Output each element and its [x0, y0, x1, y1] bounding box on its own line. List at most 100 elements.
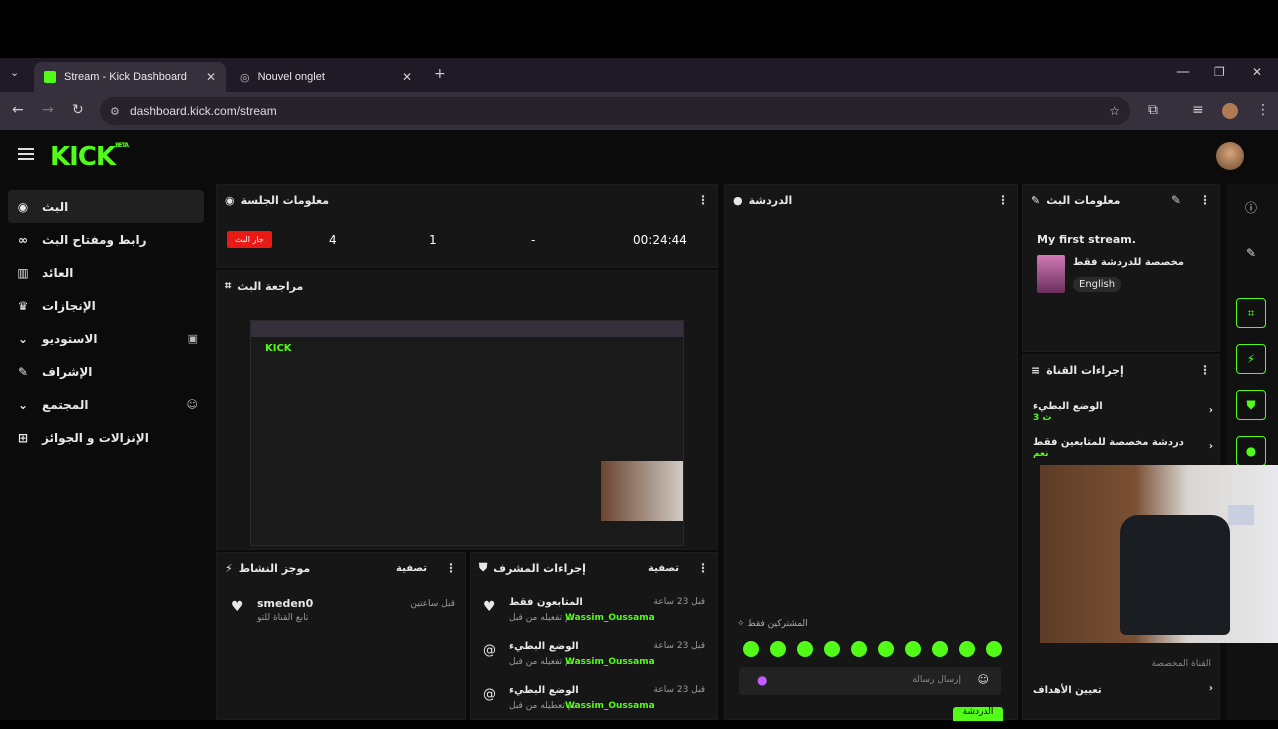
action-value: 3 ث: [1033, 413, 1052, 423]
panel-title: الدردشة: [748, 193, 793, 207]
tab-search-icon[interactable]: ⌄: [10, 66, 19, 79]
info-icon[interactable]: ⓘ: [1236, 192, 1266, 222]
session-info-panel: ◉ معلومات الجلسة ⋮ جار البث 4 1 - 00:24:44: [216, 184, 718, 268]
bookmark-star-icon[interactable]: ☆: [1109, 104, 1120, 118]
stream-info-panel: ✎ معلومات البث ✎ ⋮ My first stream. مخصصة ل…: [1022, 184, 1220, 352]
more-options-icon[interactable]: ⋮: [997, 193, 1009, 207]
emote-icon[interactable]: [932, 641, 948, 657]
preview-toggle-icon[interactable]: ⌗: [1236, 298, 1266, 328]
broadcast-icon: ◉: [17, 199, 29, 214]
close-window-button[interactable]: ✕: [1252, 65, 1262, 79]
followers-only-row[interactable]: دردشة مخصصة للمتابعين فقط نعم ›: [1033, 437, 1213, 459]
browser-toolbar: ← → ↻ ⚙ dashboard.kick.com/stream ☆ ⧉ ≡ …: [0, 92, 1278, 130]
panel-title: إجراءات القناة: [1046, 363, 1124, 377]
language-tag: English: [1073, 277, 1122, 292]
emoji-icon[interactable]: ☺: [978, 673, 989, 686]
more-options-icon[interactable]: ⋮: [697, 561, 709, 575]
chat-send-button[interactable]: الدردشة: [953, 707, 1003, 721]
emote-icon[interactable]: [797, 641, 813, 657]
chat-toggle-icon[interactable]: ●: [1236, 436, 1266, 466]
chat-bubble-icon: ●: [733, 193, 743, 207]
shield-icon: ⛊: [479, 561, 488, 574]
sidebar-item-drops[interactable]: ⊞ الإنزالات و الجوائز: [8, 421, 204, 454]
reload-icon[interactable]: ↻: [72, 102, 84, 118]
wrench-icon: ✎: [17, 364, 29, 379]
wall-poster-image: [1228, 505, 1254, 525]
extensions-icon[interactable]: ⧉: [1148, 102, 1158, 118]
sidebar-item-revenue[interactable]: ▥ العائد: [8, 256, 204, 289]
emote-icon[interactable]: [905, 641, 921, 657]
emote-icon[interactable]: [824, 641, 840, 657]
menu-icon[interactable]: [18, 148, 34, 160]
chevron-down-icon: ⌄: [17, 331, 29, 346]
edit-pencil-icon[interactable]: ✎: [1171, 193, 1181, 207]
preview-logo: KICK: [265, 343, 292, 354]
browser-tab-kick[interactable]: Stream - Kick Dashboard ✕: [34, 62, 226, 92]
more-options-icon[interactable]: ⋮: [1199, 363, 1211, 377]
edit-pencil-icon[interactable]: ✎: [1236, 238, 1266, 268]
browser-tab-new[interactable]: ◎ Nouvel onglet ✕: [230, 62, 422, 92]
emote-icon[interactable]: [743, 641, 759, 657]
shield-toggle-icon[interactable]: ⛊: [1236, 390, 1266, 420]
live-badge: جار البث: [227, 231, 272, 248]
address-bar[interactable]: ⚙ dashboard.kick.com/stream ☆: [100, 97, 1130, 125]
emote-icon[interactable]: [851, 641, 867, 657]
sidebar-item-stream[interactable]: ◉ البث: [8, 190, 204, 223]
filter-button[interactable]: تصفية: [648, 563, 679, 574]
slow-mode-row[interactable]: الوضع البطيء 3 ث ›: [1033, 401, 1213, 423]
user-avatar[interactable]: [1216, 142, 1244, 170]
activity-entry: ♥ smeden0 تابع القناة للتو قبل ساعتين: [217, 597, 465, 641]
emote-icon[interactable]: [878, 641, 894, 657]
back-arrow-icon[interactable]: ←: [12, 102, 24, 118]
mod-action-by: تم تفعيله من قبل: [509, 657, 574, 667]
sidebar: ◉ البث ∞ رابط ومفتاح البث ▥ العائد ♛ الإنجاز…: [8, 190, 204, 454]
mod-action-by: تم تفعيله من قبل: [509, 613, 574, 623]
sidebar-item-label: الاستوديو: [42, 331, 98, 346]
mod-action-time: قبل 23 ساعة: [653, 597, 706, 607]
chat-input[interactable]: ● إرسال رسالة ☺: [739, 667, 1001, 695]
sidebar-item-achievements[interactable]: ♛ الإنجازات: [8, 289, 204, 322]
kick-logo[interactable]: KICKBETA: [50, 142, 129, 172]
stream-preview-video[interactable]: KICK: [250, 320, 684, 546]
close-tab-icon[interactable]: ✕: [206, 70, 216, 84]
forward-arrow-icon[interactable]: →: [42, 102, 54, 118]
users-icon: ☺: [186, 398, 198, 411]
sidebar-item-label: العائد: [42, 265, 74, 280]
subscribers-only-text: المشتركين فقط: [747, 619, 808, 629]
mod-action-label: الوضع البطيء: [509, 685, 579, 696]
emote-icon[interactable]: [959, 641, 975, 657]
sidebar-item-community[interactable]: ⌄ المجتمع ☺: [8, 388, 204, 421]
more-options-icon[interactable]: ⋮: [697, 193, 709, 207]
stat-subs: -: [531, 233, 536, 247]
profile-avatar[interactable]: [1222, 103, 1238, 119]
minimize-window-button[interactable]: —: [1176, 64, 1190, 80]
more-options-icon[interactable]: ⋮: [1199, 193, 1211, 207]
sidebar-item-label: المجتمع: [42, 397, 89, 412]
bolt-toggle-icon[interactable]: ⚡: [1236, 344, 1266, 374]
restore-window-button[interactable]: ❐: [1214, 65, 1225, 79]
sparkle-icon: ✧: [737, 619, 748, 629]
set-goals-row[interactable]: تعيين الأهداف ›: [1033, 683, 1213, 696]
more-options-icon[interactable]: ⋮: [445, 561, 457, 575]
bolt-icon: ⚡: [225, 561, 233, 575]
mod-action-user: Wassim_Oussama: [565, 657, 655, 667]
emote-icon[interactable]: [770, 641, 786, 657]
mic-icon[interactable]: ●: [757, 673, 767, 687]
mod-entry: @ الوضع البطيء تم تعطيله من قبل Wassim_O…: [471, 685, 717, 729]
mod-action-label: الوضع البطيء: [509, 641, 579, 652]
sidebar-item-stream-key[interactable]: ∞ رابط ومفتاح البث: [8, 223, 204, 256]
panel-title: مراجعة البث: [237, 279, 304, 293]
snail-icon: @: [483, 687, 496, 702]
mod-action-user: Wassim_Oussama: [565, 613, 655, 623]
close-tab-icon[interactable]: ✕: [402, 70, 412, 84]
site-info-icon[interactable]: ⚙: [110, 105, 120, 118]
emote-icon[interactable]: [986, 641, 1002, 657]
new-tab-button[interactable]: +: [434, 66, 446, 82]
preview-chair-image: [601, 461, 683, 521]
sidebar-item-studio[interactable]: ⌄ الاستوديو ▣: [8, 322, 204, 355]
browser-tab-title: Nouvel onglet: [257, 71, 325, 83]
sidebar-item-moderation[interactable]: ✎ الإشراف: [8, 355, 204, 388]
media-icon[interactable]: ≡: [1192, 102, 1204, 118]
browser-menu-icon[interactable]: ⋮: [1256, 102, 1270, 118]
filter-button[interactable]: تصفية: [396, 563, 427, 574]
